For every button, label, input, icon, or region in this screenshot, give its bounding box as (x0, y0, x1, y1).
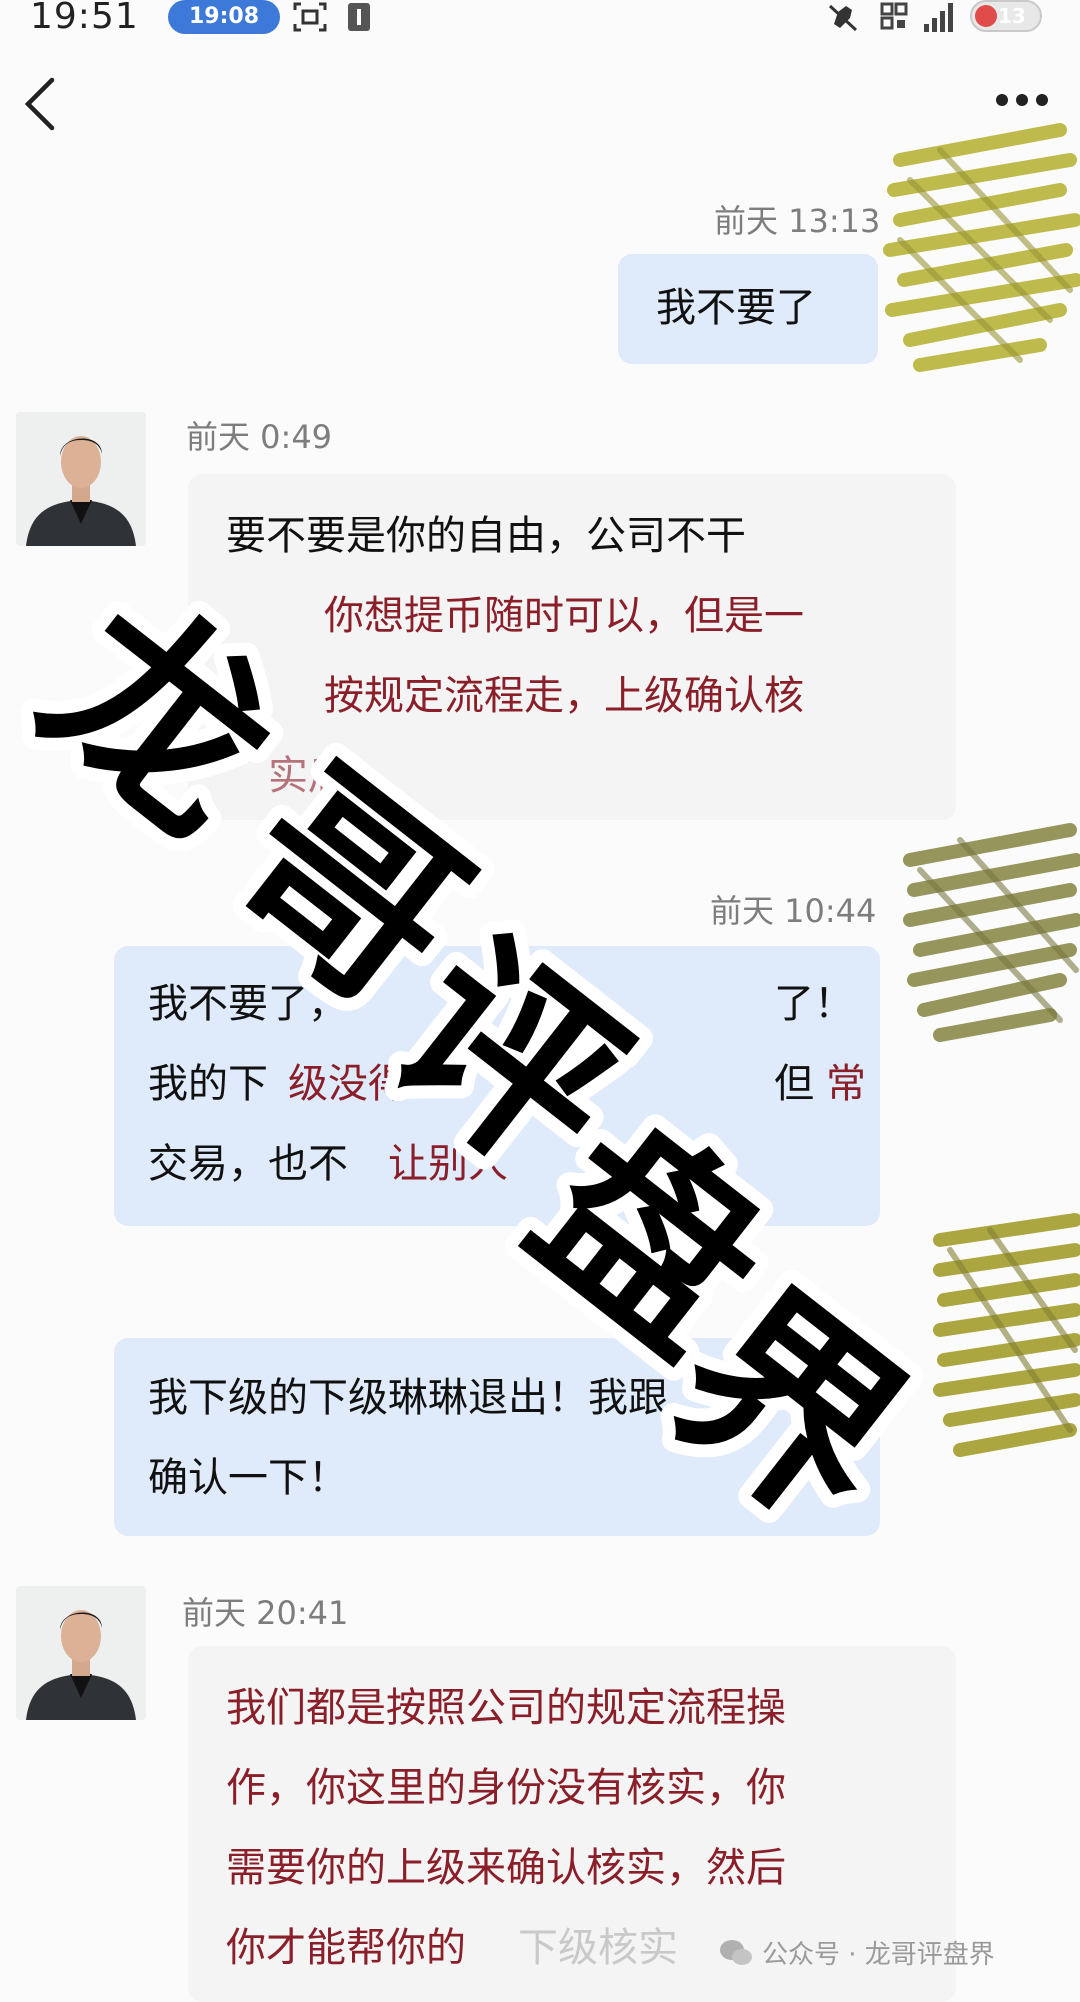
message-timestamp: 前天 0:49 (186, 418, 333, 456)
status-time-pill: 19:08 (168, 0, 280, 34)
message-timestamp: 前天 20:41 (182, 1594, 349, 1632)
redaction-scribble (933, 1213, 1080, 1457)
message-line: 我的下 (148, 1061, 268, 1107)
message-line: 作，你这里的身份没有核实，你 (226, 1765, 786, 1811)
message-line: 常 (826, 1061, 866, 1107)
message-line: 交易，也不 (148, 1141, 348, 1187)
footer-watermark: 公众号 · 龙哥评盘界 (718, 1934, 995, 1971)
footer-watermark-text: 公众号 · 龙哥评盘界 (762, 1940, 995, 1970)
more-dots-icon[interactable] (992, 88, 1052, 112)
mute-icon (828, 4, 858, 32)
message-line: 级没得 (288, 1061, 408, 1107)
status-clock: 19:51 (30, 0, 139, 37)
battery-fill (975, 5, 997, 27)
message-bubble-outgoing[interactable]: 我不要了 (618, 254, 878, 364)
contact-avatar[interactable] (16, 412, 146, 546)
message-line: 需要你的上级来确认核实，然后 (226, 1845, 786, 1891)
message-line: 下级核实 (518, 1925, 678, 1971)
screenshot-icon (293, 2, 327, 32)
message-line: 要不要是你的自由，公司不干 (226, 513, 746, 559)
battery-indicator: 13 (970, 0, 1042, 32)
notification-icon (348, 3, 370, 31)
redaction-scribble (883, 123, 1080, 372)
wechat-icon (720, 1939, 752, 1965)
message-line: 我不要了， (148, 981, 348, 1027)
message-line: 按规定流程走，上级确认核 (324, 673, 804, 719)
status-bar: 19:51 19:08 13 (0, 0, 1080, 42)
message-line: 你才能帮你的 (226, 1925, 466, 1971)
message-timestamp: 前天 13:13 (714, 202, 881, 240)
message-line: 我们都是按照公司的规定流程操 (226, 1685, 786, 1731)
battery-level: 13 (998, 4, 1026, 28)
redaction-scribble (903, 823, 1080, 1042)
avatar-portrait-icon (16, 1586, 146, 1720)
message-text: 我不要了 (656, 285, 816, 331)
contact-avatar[interactable] (16, 1586, 146, 1720)
message-timestamp: 前天 10:44 (710, 892, 877, 930)
message-bubble-outgoing[interactable]: 我不要了， 了！但 我的下 级没得 常 交易，也不 让别人 (114, 946, 880, 1226)
back-chevron-icon[interactable] (20, 74, 60, 134)
message-bubble-outgoing[interactable]: 我下级的下级琳琳退出！我跟 确认一下！ (114, 1338, 880, 1536)
signal-sim-icon (880, 2, 908, 30)
message-line: 你想提币随时可以，但是一 (324, 593, 804, 639)
message-line: 让别人 (388, 1141, 508, 1187)
avatar-portrait-icon (16, 412, 146, 546)
message-line: 我下级的下级琳琳退出！我跟 (148, 1375, 668, 1421)
signal-bars-icon (924, 3, 953, 32)
message-line: 确认一下！ (148, 1455, 348, 1501)
message-bubble-incoming[interactable]: 要不要是你的自由，公司不干 你想提币随时可以，但是一 按规定流程走，上级确认核 … (188, 474, 956, 820)
message-line: 实后 (268, 753, 348, 799)
